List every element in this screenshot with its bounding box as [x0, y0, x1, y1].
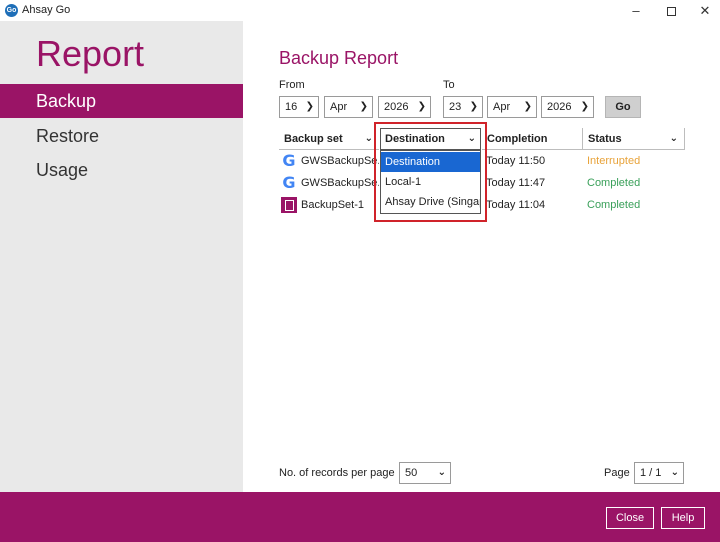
- maximize-icon: [666, 7, 676, 16]
- row-backup-set[interactable]: BackupSet-1: [301, 195, 379, 215]
- page-select[interactable]: 1 / 1 ⌄: [634, 462, 684, 484]
- chevron-down-icon: ❯: [469, 101, 478, 112]
- sidebar-title: Report: [36, 33, 145, 74]
- to-label: To: [443, 79, 455, 91]
- to-year-value: 2026: [547, 101, 572, 113]
- from-label: From: [279, 79, 305, 91]
- page-label: Page: [604, 467, 630, 479]
- chevron-down-icon: ❯: [359, 101, 368, 112]
- column-header-label: Backup set: [284, 133, 343, 145]
- row-completion: Today 11:50: [486, 155, 546, 167]
- records-per-page-select[interactable]: 50 ⌄: [399, 462, 451, 484]
- column-divider: [684, 128, 685, 150]
- sidebar-item-restore[interactable]: Restore: [0, 119, 243, 153]
- to-day-value: 23: [449, 101, 462, 113]
- file-icon: [281, 197, 297, 213]
- help-button[interactable]: Help: [661, 507, 705, 529]
- to-day-select[interactable]: 23 ❯: [443, 96, 483, 118]
- chevron-down-icon: ⌄: [669, 133, 678, 144]
- minimize-button[interactable]: –: [619, 0, 653, 21]
- row-completion: Today 11:04: [486, 199, 546, 211]
- chevron-down-icon: ⌄: [437, 467, 446, 478]
- row-status: Interrupted: [587, 155, 641, 167]
- row-status: Completed: [587, 177, 641, 189]
- chevron-down-icon: ❯: [523, 101, 532, 112]
- sidebar-item-backup[interactable]: Backup: [0, 84, 243, 118]
- to-month-value: Apr: [493, 101, 511, 113]
- chevron-down-icon: ⌄: [670, 467, 679, 478]
- column-header-label: Status: [588, 133, 622, 145]
- sidebar-item-usage[interactable]: Usage: [0, 153, 243, 187]
- sidebar: Report Backup Restore Usage: [0, 21, 243, 492]
- page-value: 1 / 1: [640, 467, 662, 479]
- row-backup-set[interactable]: GWSBackupSe...: [301, 151, 379, 171]
- row-completion: Today 11:47: [486, 177, 546, 189]
- to-year-select[interactable]: 2026 ❯: [541, 96, 594, 118]
- row-backup-set[interactable]: GWSBackupSe...: [301, 173, 379, 193]
- page-title: Backup Report: [279, 48, 399, 68]
- google-icon: G: [282, 151, 296, 170]
- window-close-button[interactable]: ✕: [688, 0, 720, 21]
- from-year-select[interactable]: 2026 ❯: [378, 96, 431, 118]
- to-month-select[interactable]: Apr ❯: [487, 96, 537, 118]
- app-logo-icon: Go: [5, 4, 18, 17]
- chevron-down-icon: ❯: [305, 101, 314, 112]
- from-month-value: Apr: [330, 101, 348, 113]
- from-month-select[interactable]: Apr ❯: [324, 96, 373, 118]
- chevron-down-icon: ❯: [417, 101, 426, 112]
- google-icon: G: [282, 173, 296, 192]
- chevron-down-icon: ⌄: [364, 133, 373, 144]
- column-header-label: Completion: [487, 133, 548, 145]
- from-day-value: 16: [285, 101, 298, 113]
- from-day-select[interactable]: 16 ❯: [279, 96, 319, 118]
- records-per-page-label: No. of records per page: [279, 467, 395, 479]
- column-header-backup-set[interactable]: Backup set ⌄: [279, 128, 379, 150]
- window-title: Ahsay Go: [22, 4, 71, 16]
- records-per-page-value: 50: [405, 467, 418, 479]
- go-button[interactable]: Go: [605, 96, 641, 118]
- chevron-down-icon: ❯: [580, 101, 589, 112]
- title-bar: Go Ahsay Go – ✕: [0, 0, 720, 21]
- row-status: Completed: [587, 199, 641, 211]
- from-year-value: 2026: [384, 101, 409, 113]
- maximize-button[interactable]: [654, 0, 688, 21]
- close-button[interactable]: Close: [606, 507, 654, 529]
- column-header-completion[interactable]: Completion: [482, 128, 582, 150]
- highlight-box: [374, 122, 487, 222]
- column-header-status[interactable]: Status ⌄: [583, 128, 684, 150]
